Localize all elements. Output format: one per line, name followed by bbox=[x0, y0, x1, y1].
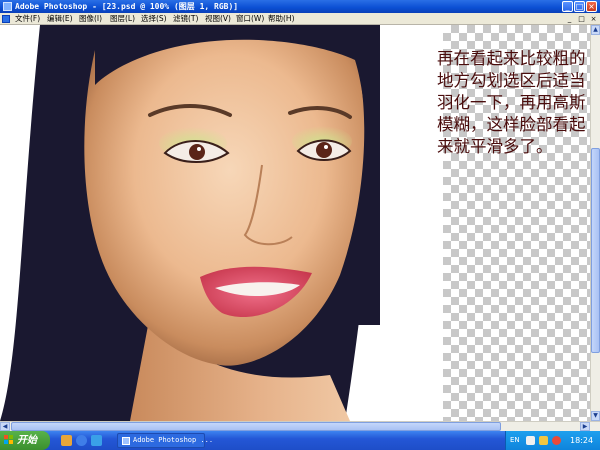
taskbar-photoshop-button[interactable]: Adobe Photoshop ... bbox=[117, 433, 213, 448]
taskbar-photoshop-label: Adobe Photoshop ... bbox=[133, 436, 214, 444]
media-player-icon[interactable] bbox=[91, 435, 102, 446]
document-icon[interactable] bbox=[2, 15, 10, 23]
volume-icon[interactable] bbox=[539, 436, 548, 445]
security-icon[interactable] bbox=[552, 436, 561, 445]
scroll-right-arrow-icon[interactable]: ▶ bbox=[580, 422, 590, 431]
close-button[interactable]: × bbox=[586, 1, 597, 12]
taskbar: 开始 Adobe Photoshop ... EN 18:24 bbox=[0, 431, 600, 450]
portrait-image bbox=[0, 25, 380, 421]
document-canvas[interactable]: 再在看起来比较粗的地方勾划选区后适当羽化一下，再用高斯模糊，这样脸部看起来就平滑… bbox=[0, 25, 590, 421]
maximize-button[interactable]: □ bbox=[574, 1, 585, 12]
language-indicator[interactable]: EN bbox=[510, 431, 520, 450]
window-title: Adobe Photoshop - [23.psd @ 100% (图层 1, … bbox=[15, 2, 239, 11]
photoshop-app-icon[interactable] bbox=[3, 2, 12, 11]
network-icon[interactable] bbox=[526, 436, 535, 445]
vertical-scrollbar[interactable]: ▲ ▼ bbox=[590, 25, 600, 421]
windows-logo-icon bbox=[4, 435, 14, 445]
menu-bar: 文件(F) 编辑(E) 图像(I) 图层(L) 选择(S) 滤镜(T) 视图(V… bbox=[0, 13, 600, 25]
show-desktop-icon[interactable] bbox=[61, 435, 72, 446]
scroll-up-arrow-icon[interactable]: ▲ bbox=[591, 25, 600, 35]
menu-window[interactable]: 窗口(W) bbox=[236, 13, 264, 25]
start-button[interactable]: 开始 bbox=[0, 431, 50, 450]
right-iris bbox=[316, 142, 332, 158]
minimize-button[interactable]: _ bbox=[562, 1, 573, 12]
scroll-down-arrow-icon[interactable]: ▼ bbox=[591, 411, 600, 421]
menu-filter[interactable]: 滤镜(T) bbox=[173, 13, 198, 25]
scroll-left-arrow-icon[interactable]: ◀ bbox=[0, 422, 10, 431]
vertical-scroll-thumb[interactable] bbox=[591, 148, 600, 353]
menu-view[interactable]: 视图(V) bbox=[205, 13, 231, 25]
horizontal-scroll-thumb[interactable] bbox=[11, 422, 501, 431]
menu-image[interactable]: 图像(I) bbox=[79, 13, 102, 25]
document-close-button[interactable]: × bbox=[589, 15, 598, 23]
document-minimize-button[interactable]: _ bbox=[565, 15, 574, 23]
left-iris bbox=[189, 144, 205, 160]
clock: 18:24 bbox=[570, 436, 594, 445]
menu-select[interactable]: 选择(S) bbox=[141, 13, 167, 25]
menu-help[interactable]: 帮助(H) bbox=[268, 13, 295, 25]
horizontal-scrollbar[interactable]: ◀ ▶ bbox=[0, 421, 600, 431]
tutorial-caption: 再在看起来比较粗的地方勾划选区后适当羽化一下，再用高斯模糊，这样脸部看起来就平滑… bbox=[437, 49, 586, 156]
start-label: 开始 bbox=[17, 435, 37, 446]
menu-layer[interactable]: 图层(L) bbox=[110, 13, 135, 25]
menu-edit[interactable]: 编辑(E) bbox=[47, 13, 73, 25]
browser-icon[interactable] bbox=[76, 435, 87, 446]
document-restore-button[interactable]: □ bbox=[577, 15, 586, 23]
photoshop-task-icon bbox=[122, 437, 130, 445]
title-bar: Adobe Photoshop - [23.psd @ 100% (图层 1, … bbox=[0, 0, 600, 13]
menu-file[interactable]: 文件(F) bbox=[15, 13, 40, 25]
